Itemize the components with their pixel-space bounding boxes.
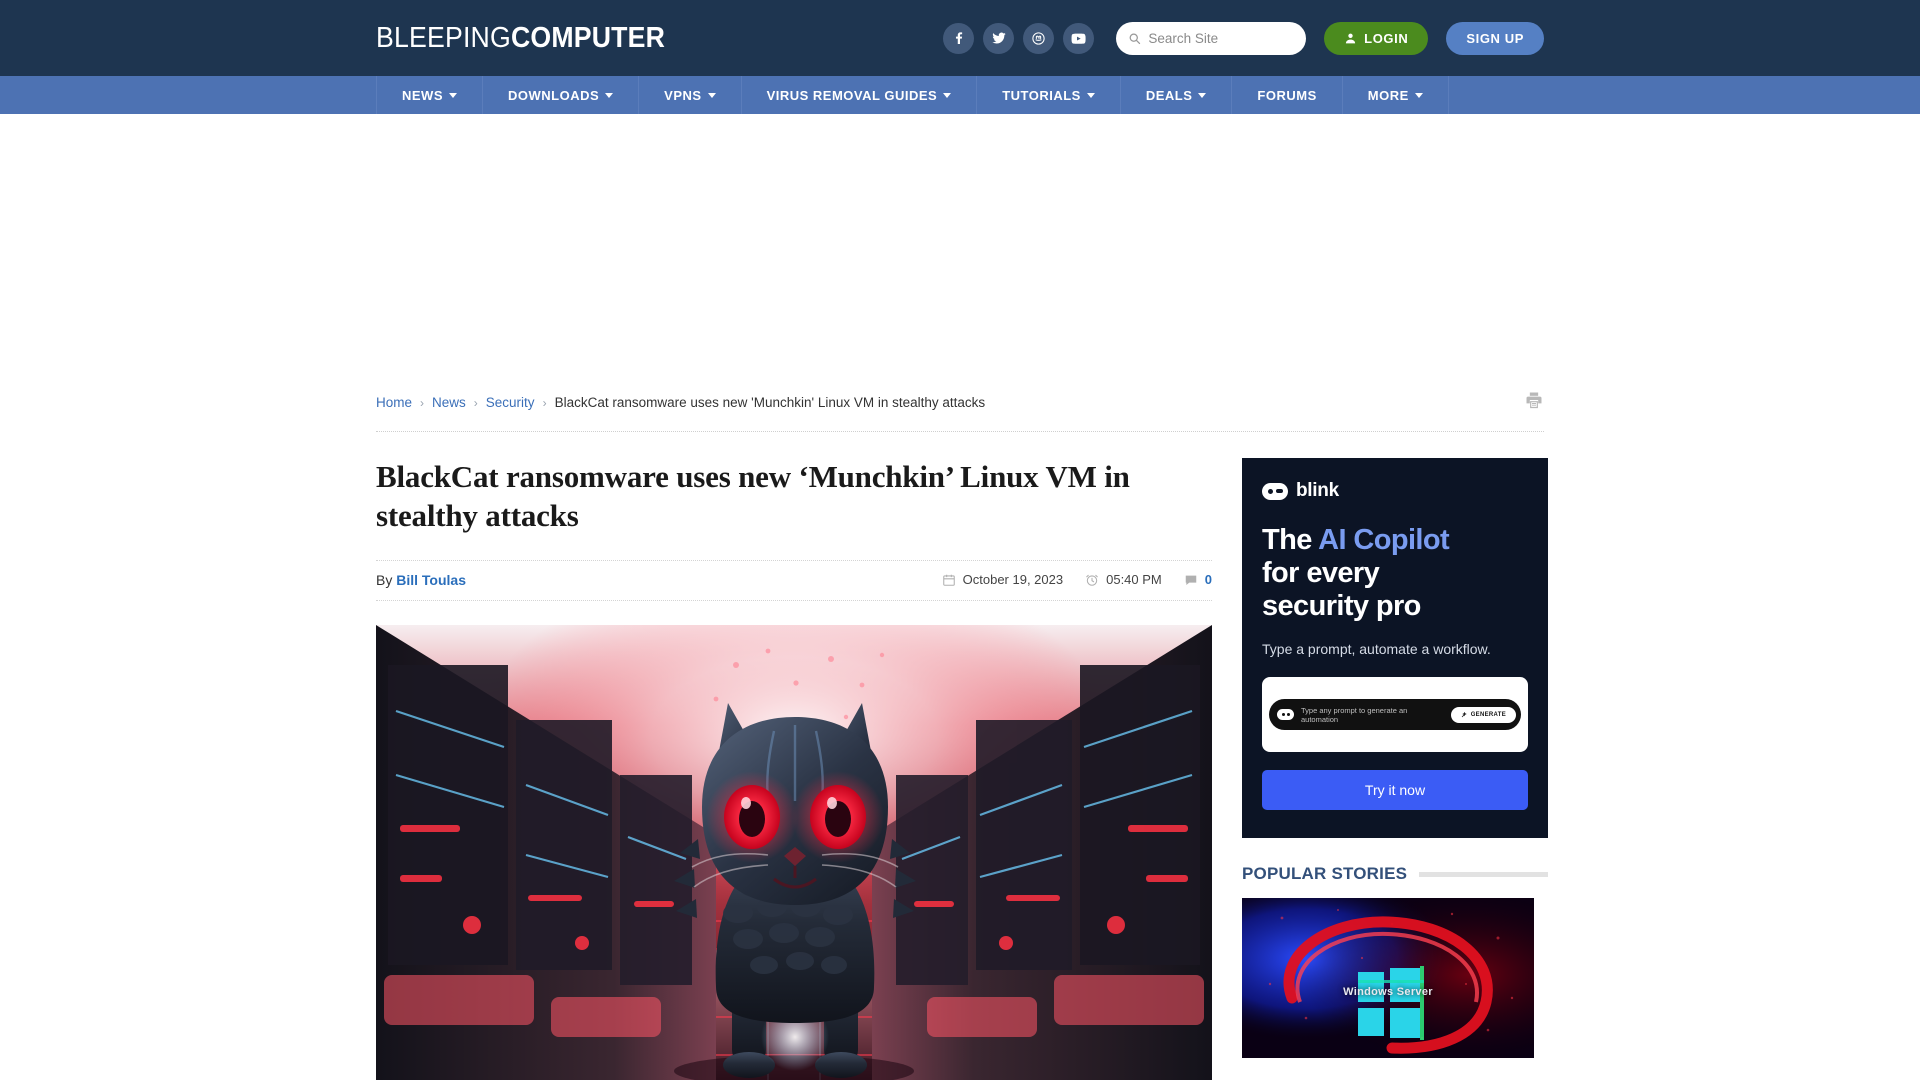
breadcrumb-separator: › [420,395,425,410]
popular-story-thumbnail-label: Windows Server [1343,986,1433,998]
chevron-down-icon [1414,92,1423,98]
nav-item-label: NEWS [402,87,443,103]
breadcrumb-row: Home › News › Security › BlackCat ransomware u… [376,384,1544,432]
ad-headline-part2: for every [1262,557,1380,590]
blink-mark-small-icon [1277,709,1294,721]
ad-generate-label: GENERATE [1470,711,1506,718]
social-links [943,22,1095,54]
publish-time-text: 05:40 PM [1106,572,1162,587]
nav-item-tutorials[interactable]: TUTORIALS [977,76,1121,114]
login-button[interactable]: LOGIN [1324,21,1429,55]
publish-date: October 19, 2023 [942,572,1063,587]
blink-logo: blink [1262,480,1528,502]
site-header: BLEEPINGCOMPUTER Search Site LOGIN SIGN … [0,0,1920,76]
main-navigation: NEWS DOWNLOADS VPNS VIRUS REMOVAL GUIDES TUT… [0,76,1920,114]
signup-label: SIGN UP [1466,30,1524,46]
comment-count: 0 [1204,572,1212,587]
nav-item-label: VPNS [664,87,702,103]
mastodon-icon[interactable] [1023,22,1055,54]
ad-prompt-placeholder: Type any prompt to generate an automatio… [1301,705,1408,724]
logo-text-bold: COMPUTER [510,21,666,54]
blink-advertisement[interactable]: blink The AI Copilot for every security … [1242,458,1548,838]
nav-item-label: MORE [1367,87,1409,103]
clock-icon [1086,574,1098,586]
ad-generate-button: GENERATE [1450,706,1516,723]
breadcrumb-current: BlackCat ransomware uses new 'Munchkin' … [554,395,986,410]
popular-story-thumbnail[interactable]: Windows Server [1242,898,1534,1058]
ad-headline: The AI Copilot for every security pro [1262,524,1528,623]
nav-item-label: TUTORIALS [1002,87,1081,103]
search-icon [1129,32,1141,44]
chevron-down-icon [1198,92,1207,98]
search-box[interactable] [1116,21,1307,55]
breadcrumb-link-security[interactable]: Security [486,395,535,410]
nav-item-label: VIRUS REMOVAL GUIDES [766,87,938,103]
ad-cta-label: Try it now [1364,782,1426,799]
search-input[interactable] [1148,30,1295,46]
nav-item-downloads[interactable]: DOWNLOADS [483,76,640,114]
breadcrumb-separator: › [473,395,478,410]
publish-time: 05:40 PM [1085,572,1162,587]
publish-date-text: October 19, 2023 [962,572,1064,587]
breadcrumb-separator: › [542,395,547,410]
user-icon [1346,33,1356,43]
twitter-icon[interactable] [983,22,1015,54]
nav-item-more[interactable]: MORE [1343,76,1449,114]
chevron-down-icon [1086,92,1095,98]
comment-count-group[interactable]: 0 [1184,572,1212,587]
popular-stories-title: POPULAR STORIES [1242,864,1408,883]
breadcrumb-link-home[interactable]: Home [376,395,412,410]
nav-item-label: DOWNLOADS [508,87,600,103]
article-main-column: BlackCat ransomware uses new ‘Munchkin’ … [376,458,1212,1080]
page-title: BlackCat ransomware uses new ‘Munchkin’ … [376,459,1130,533]
windows-server-artwork [1242,898,1534,1058]
chevron-down-icon [943,92,952,98]
ad-subtext: Type a prompt, automate a workflow. [1262,641,1491,658]
blackcat-illustration [376,624,1212,1080]
author-link[interactable]: Bill Toulas [396,572,466,588]
blink-mark-icon [1262,482,1288,500]
nav-item-label: FORUMS [1257,87,1317,103]
by-label: By [376,571,393,588]
nav-item-forums[interactable]: FORUMS [1232,76,1343,114]
calendar-icon [942,574,955,586]
ad-headline-highlight: AI Copilot [1318,524,1450,556]
popular-stories-rule [1419,871,1548,877]
wand-icon [1461,711,1467,717]
logo-text-light: BLEEPING [376,21,511,54]
nav-item-virus-removal-guides[interactable]: VIRUS REMOVAL GUIDES [742,76,978,114]
site-logo[interactable]: BLEEPINGCOMPUTER [376,22,665,55]
nav-item-deals[interactable]: DEALS [1121,76,1233,114]
nav-item-label: DEALS [1145,87,1193,103]
print-icon[interactable] [1524,390,1544,415]
ad-headline-part1: The [1262,524,1319,556]
ad-product-mockup: Type any prompt to generate an automatio… [1262,677,1528,753]
facebook-icon[interactable] [943,22,975,54]
breadcrumb-link-news[interactable]: News [432,395,466,410]
sidebar: blink The AI Copilot for every security … [1242,458,1548,1080]
chevron-down-icon [605,92,614,98]
article-byline: By Bill Toulas October 19, 2023 05:40 PM… [376,559,1212,601]
signup-button[interactable]: SIGN UP [1446,21,1544,55]
youtube-icon[interactable] [1063,22,1095,54]
login-label: LOGIN [1364,30,1409,46]
popular-stories-header: POPULAR STORIES [1242,864,1548,884]
ad-prompt-bar: Type any prompt to generate an automatio… [1269,699,1521,731]
comment-icon [1185,575,1197,585]
nav-item-vpns[interactable]: VPNS [639,76,742,114]
chevron-down-icon [707,92,716,98]
blink-brand-name: blink [1296,480,1339,501]
article-hero-image [376,624,1212,1080]
ad-cta-button[interactable]: Try it now [1262,770,1528,811]
ad-headline-part3: security pro [1262,590,1421,623]
breadcrumb: Home › News › Security › BlackCat ransomware u… [376,395,985,410]
leaderboard-ad-slot [0,114,1920,384]
chevron-down-icon [449,92,457,98]
nav-item-news[interactable]: NEWS [376,76,483,114]
